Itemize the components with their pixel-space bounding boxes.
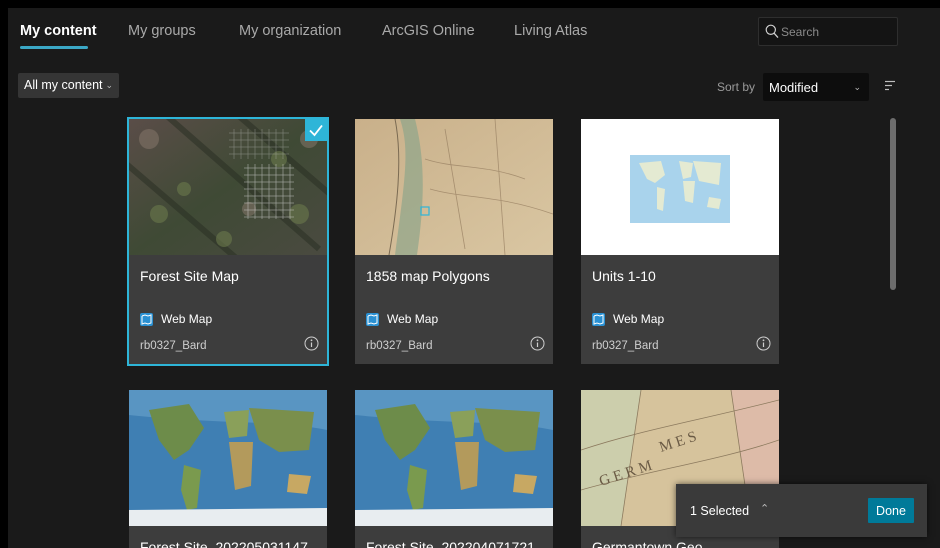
chevron-down-icon: ⌄ (853, 82, 861, 92)
content-card[interactable]: Units 1-10 Web Map rb0327_Bard (581, 119, 779, 364)
item-type: Web Map (592, 312, 664, 326)
map-thumbnail (129, 119, 327, 255)
item-type-label: Web Map (161, 312, 213, 326)
sort-order-icon[interactable] (884, 80, 896, 91)
card-title: 1858 map Polygons (366, 268, 490, 284)
tab-arcgis-online[interactable]: ArcGIS Online (382, 23, 475, 39)
content-card[interactable]: 1858 map Polygons Web Map rb0327_Bard (355, 119, 553, 364)
item-type-label: Web Map (387, 312, 439, 326)
selection-count: 1 Selected (690, 504, 750, 518)
content-filter-dropdown[interactable]: All my content ⌄ (18, 73, 120, 98)
done-button[interactable]: Done (868, 498, 914, 523)
info-icon[interactable] (304, 336, 319, 351)
search-icon (765, 24, 779, 39)
search-input[interactable] (781, 22, 891, 42)
tab-my-organization[interactable]: My organization (239, 23, 341, 39)
tab-my-groups[interactable]: My groups (128, 23, 196, 39)
map-thumbnail (355, 119, 553, 255)
sort-by-label: Sort by (717, 80, 756, 94)
map-thumbnail (129, 390, 327, 526)
content-card[interactable]: Forest Site_202204071721 (355, 390, 553, 548)
search-box (758, 17, 898, 46)
web-map-icon (592, 312, 605, 326)
item-type: Web Map (140, 312, 212, 326)
info-icon[interactable] (530, 336, 545, 351)
selection-bar: 1 Selected ⌃ Done (676, 484, 927, 537)
content-card[interactable]: Forest Site Map Web Map rb0327_Bard (127, 117, 329, 366)
sort-field-value: Modified (769, 80, 819, 95)
card-title: Germantown Geo (592, 539, 703, 548)
map-thumbnail (355, 390, 553, 526)
card-title: Units 1-10 (592, 268, 656, 284)
selected-checkmark (305, 119, 327, 141)
app-window: My content My groups My organization Arc… (8, 8, 940, 548)
content-card[interactable]: Forest Site_202205031147 (129, 390, 327, 548)
tab-living-atlas[interactable]: Living Atlas (514, 23, 587, 39)
web-map-icon (140, 312, 153, 326)
item-type-label: Web Map (613, 312, 665, 326)
active-tab-indicator (20, 46, 88, 49)
tab-my-content[interactable]: My content (20, 23, 97, 39)
chevron-down-icon: ⌄ (105, 80, 114, 90)
web-map-icon (366, 312, 379, 326)
item-owner: rb0327_Bard (366, 340, 433, 352)
card-title: Forest Site_202205031147 (140, 539, 308, 548)
chevron-up-icon[interactable]: ⌃ (760, 502, 769, 515)
content-tabs: My content My groups My organization Arc… (8, 8, 940, 56)
item-owner: rb0327_Bard (592, 340, 659, 352)
sort-field-select[interactable]: Modified ⌄ (763, 73, 869, 101)
info-icon[interactable] (756, 336, 771, 351)
card-title: Forest Site_202204071721 (366, 539, 535, 548)
item-owner: rb0327_Bard (140, 340, 207, 352)
map-thumbnail (581, 119, 779, 255)
check-icon (309, 124, 323, 137)
content-filter-label: All my content (24, 78, 103, 92)
card-title: Forest Site Map (140, 268, 239, 284)
scrollbar-thumb[interactable] (890, 118, 896, 290)
item-type: Web Map (366, 312, 438, 326)
